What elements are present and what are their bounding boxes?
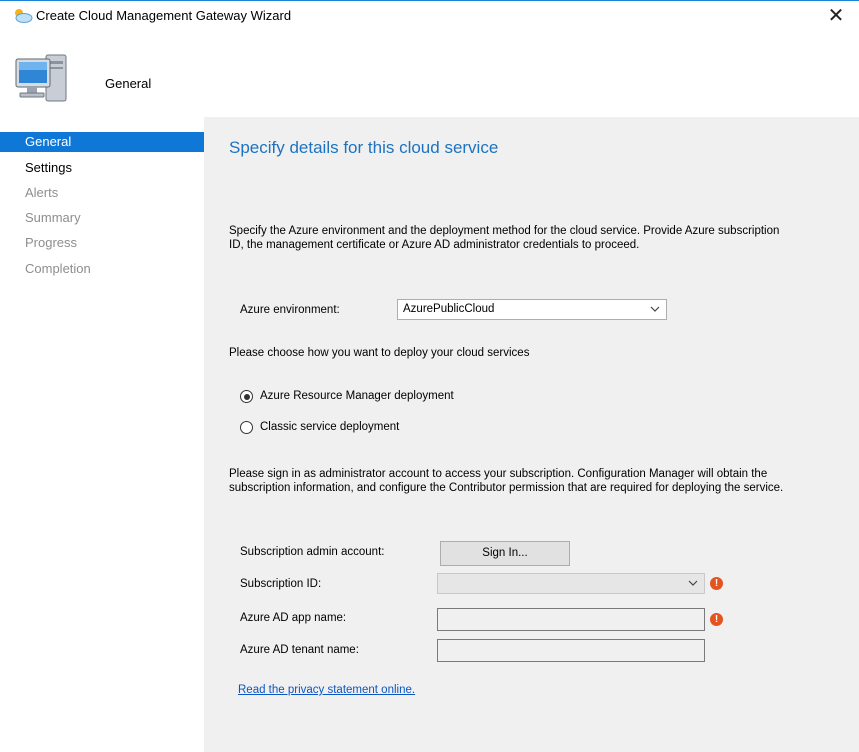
nav-item-alerts[interactable]: Alerts (0, 183, 204, 203)
azure-environment-value: AzurePublicCloud (403, 303, 495, 315)
intro-text: Specify the Azure environment and the de… (229, 225, 780, 251)
radio-selected-dot (243, 393, 250, 400)
nav-item-summary[interactable]: Summary (0, 208, 204, 228)
title-bar: Create Cloud Management Gateway Wizard ✕ (0, 1, 859, 31)
wizard-content: Specify details for this cloud service S… (204, 117, 859, 752)
azure-environment-label: Azure environment: (240, 304, 340, 316)
radio-classic-deployment[interactable] (240, 421, 253, 434)
error-icon: ! (710, 613, 723, 626)
subscription-admin-label: Subscription admin account: (240, 546, 385, 558)
radio-arm-deployment[interactable] (240, 390, 253, 403)
wizard-navigation: General Settings Alerts Summary Progress… (0, 117, 204, 752)
chevron-down-icon (688, 580, 698, 586)
azure-ad-tenant-name-label: Azure AD tenant name: (240, 644, 359, 656)
deploy-prompt: Please choose how you want to deploy you… (229, 347, 530, 359)
nav-item-progress[interactable]: Progress (0, 233, 204, 253)
subscription-id-label: Subscription ID: (240, 578, 322, 590)
sign-in-button[interactable]: Sign In... (440, 541, 570, 566)
azure-ad-app-name-field[interactable] (437, 608, 705, 631)
azure-ad-tenant-name-field[interactable] (437, 639, 705, 662)
radio-arm-label[interactable]: Azure Resource Manager deployment (260, 390, 454, 402)
error-icon: ! (710, 577, 723, 590)
wizard-header: General (0, 31, 859, 117)
header-title: General (105, 76, 152, 91)
window-title: Create Cloud Management Gateway Wizard (36, 8, 292, 23)
radio-classic-label[interactable]: Classic service deployment (260, 421, 399, 433)
chevron-down-icon (650, 306, 660, 312)
computer-icon (15, 54, 67, 102)
azure-ad-app-name-label: Azure AD app name: (240, 612, 347, 624)
azure-environment-select[interactable]: AzurePublicCloud (397, 299, 667, 320)
nav-item-settings[interactable]: Settings (0, 158, 204, 178)
close-icon[interactable]: ✕ (813, 1, 859, 31)
nav-item-general[interactable]: General (0, 132, 204, 152)
subscription-id-select[interactable] (437, 573, 705, 594)
privacy-statement-link[interactable]: Read the privacy statement online. (238, 684, 415, 696)
page-heading: Specify details for this cloud service (229, 138, 499, 157)
signin-instructions: Please sign in as administrator account … (229, 468, 784, 494)
cloud-app-icon (15, 9, 33, 23)
nav-item-completion[interactable]: Completion (0, 259, 204, 279)
